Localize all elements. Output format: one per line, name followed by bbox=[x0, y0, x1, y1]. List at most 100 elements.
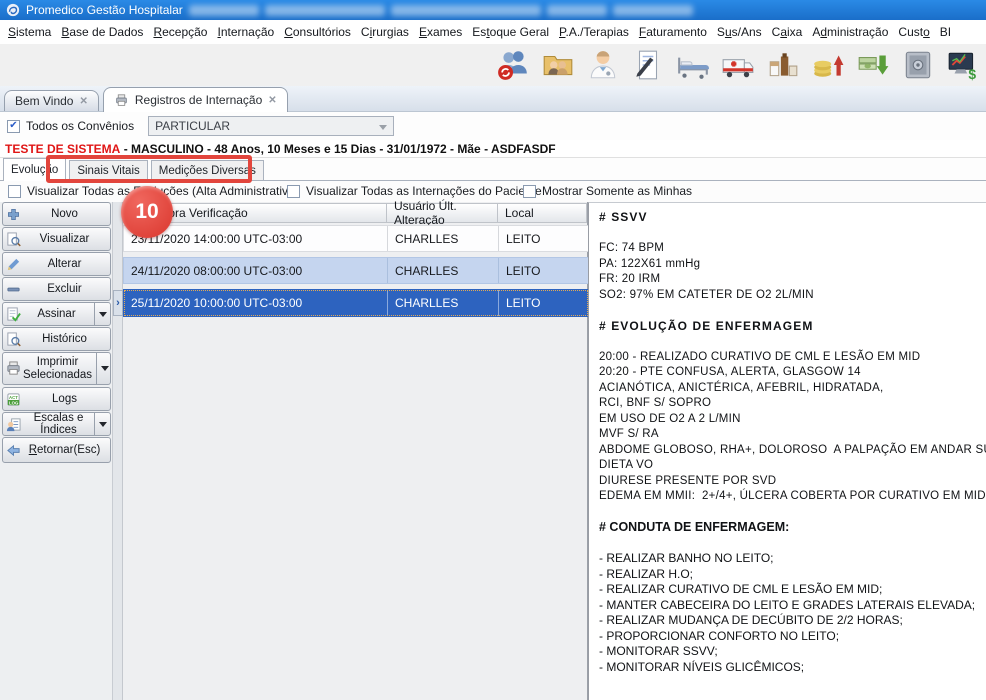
menu-item-pa-terapias[interactable]: P.A./Terapias bbox=[554, 25, 634, 39]
evolution-text-line: SO2: 97% EM CATETER DE O2 2L/MIN bbox=[599, 288, 984, 304]
svg-text:LOG: LOG bbox=[9, 400, 19, 405]
menu-item-sistema[interactable]: Sistema bbox=[3, 25, 56, 39]
financial-chart-icon[interactable]: $ bbox=[945, 47, 981, 83]
evolution-text-line: # SSVV bbox=[599, 210, 984, 226]
novo-button[interactable]: Novo bbox=[2, 202, 111, 226]
chevron-down-icon bbox=[101, 366, 109, 371]
close-icon[interactable]: ✕ bbox=[79, 96, 87, 107]
safe-icon[interactable] bbox=[900, 47, 936, 83]
patient-details: - MASCULINO - 48 Anos, 10 Meses e 15 Dia… bbox=[120, 142, 555, 156]
view-option-somente-minhas[interactable]: Mostrar Somente as Minhas bbox=[523, 184, 692, 198]
menu-item-custo[interactable]: Custo bbox=[893, 25, 934, 39]
menu-bar: Sistema Base de Dados Recepção Internaçã… bbox=[0, 20, 986, 44]
column-header-usuario[interactable]: Usuário Últ. Alteração bbox=[387, 203, 498, 223]
new-icon bbox=[3, 207, 23, 222]
evolution-text-line: - PROPORCIONAR CONFORTO NO LEITO; bbox=[599, 629, 984, 645]
logs-button[interactable]: ACTLOG Logs bbox=[2, 387, 111, 411]
redacted-text bbox=[547, 5, 607, 16]
patient-info-bar: TESTE DE SISTEMA - MASCULINO - 48 Anos, … bbox=[0, 140, 986, 158]
todos-convenios-checkbox[interactable]: ✔ bbox=[7, 120, 20, 133]
alterar-button[interactable]: Alterar bbox=[2, 252, 111, 276]
menu-item-base-de-dados[interactable]: Base de Dados bbox=[56, 25, 148, 39]
menu-item-cirurgias[interactable]: Cirurgias bbox=[356, 25, 414, 39]
printer-icon bbox=[114, 94, 129, 107]
ambulance-icon[interactable] bbox=[720, 47, 756, 83]
tab-bem-vindo[interactable]: Bem Vindo ✕ bbox=[4, 90, 99, 111]
evolution-text-line: 20:00 - REALIZADO CURATIVO DE CML E LESÃ… bbox=[599, 350, 984, 366]
chevron-down-icon bbox=[99, 312, 107, 317]
redacted-text bbox=[189, 5, 259, 16]
evolution-text-line: - REALIZAR MUDANÇA DE DECÚBITO DE 2/2 HO… bbox=[599, 613, 984, 629]
redacted-text bbox=[391, 5, 541, 16]
tab-label: Registros de Internação bbox=[135, 93, 262, 107]
menu-item-faturamento[interactable]: Faturamento bbox=[634, 25, 712, 39]
excluir-button[interactable]: Excluir bbox=[2, 277, 111, 301]
table-row[interactable]: 24/11/2020 08:00:00 UTC-03:00 CHARLLES L… bbox=[123, 257, 589, 284]
menu-item-recepcao[interactable]: Recepção bbox=[148, 25, 212, 39]
evolution-text-line: FC: 74 BPM bbox=[599, 241, 984, 257]
escalas-dropdown[interactable] bbox=[94, 413, 110, 435]
escalas-indices-button[interactable]: Escalas e Índices bbox=[2, 412, 111, 436]
convenio-select[interactable]: PARTICULAR bbox=[148, 116, 394, 136]
hospital-bed-icon[interactable] bbox=[675, 47, 711, 83]
checkbox-unchecked[interactable] bbox=[523, 185, 536, 198]
evolution-text-line bbox=[599, 226, 984, 242]
tab-evolucao[interactable]: Evolução bbox=[3, 158, 66, 181]
tab-registros-de-internacao[interactable]: Registros de Internação ✕ bbox=[103, 87, 288, 112]
print-icon bbox=[3, 361, 23, 376]
checkbox-unchecked[interactable] bbox=[8, 185, 21, 198]
evolution-text-line bbox=[599, 536, 984, 552]
menu-item-caixa[interactable]: Caixa bbox=[767, 25, 808, 39]
title-bar: Promedico Gestão Hospitalar bbox=[0, 0, 986, 20]
doctor-icon[interactable] bbox=[585, 47, 621, 83]
menu-item-consultorios[interactable]: Consultórios bbox=[279, 25, 356, 39]
visualizar-button[interactable]: Visualizar bbox=[2, 227, 111, 251]
pharmacy-icon[interactable] bbox=[765, 47, 801, 83]
patients-folder-icon[interactable] bbox=[540, 47, 576, 83]
splitter-expand-handle[interactable]: › bbox=[113, 290, 123, 316]
assinar-button[interactable]: Assinar bbox=[2, 302, 111, 326]
evolution-text-line: # CONDUTA DE ENFERMAGEM: bbox=[599, 520, 984, 536]
convenios-filter-row: ✔ Todos os Convênios PARTICULAR bbox=[0, 112, 986, 140]
table-row[interactable]: 23/11/2020 14:00:00 UTC-03:00 CHARLLES L… bbox=[123, 225, 589, 252]
table-row-selected[interactable]: 25/11/2020 10:00:00 UTC-03:00 CHARLLES L… bbox=[123, 289, 589, 317]
toolbar: $ bbox=[0, 44, 986, 86]
expenses-down-icon[interactable] bbox=[855, 47, 891, 83]
menu-item-exames[interactable]: Exames bbox=[414, 25, 467, 39]
redacted-text bbox=[265, 5, 385, 16]
historico-button[interactable]: Histórico bbox=[2, 327, 111, 351]
record-sub-tabs: Evolução Sinais Vitais Medições Diversas bbox=[0, 158, 986, 181]
imprimir-selecionadas-button[interactable]: Imprimir Selecionadas bbox=[2, 352, 111, 385]
evolution-text-line: ABDOME GLOBOSO, RHA+, DOLOROSO A PALPAÇÃ… bbox=[599, 443, 984, 459]
tab-sinais-vitais[interactable]: Sinais Vitais bbox=[69, 160, 147, 180]
column-header-local[interactable]: Local bbox=[498, 203, 587, 223]
evolution-text-line: - MONITORAR NÍVEIS GLICÊMICOS; bbox=[599, 660, 984, 676]
revenue-up-icon[interactable] bbox=[810, 47, 846, 83]
checkbox-unchecked[interactable] bbox=[287, 185, 300, 198]
menu-item-internacao[interactable]: Internação bbox=[212, 25, 279, 39]
evolution-text-line: - REALIZAR H.O; bbox=[599, 567, 984, 583]
evolution-text-line: MVF S/ RA bbox=[599, 427, 984, 443]
view-option-todas-internacoes[interactable]: Visualizar Todas as Internações do Pacie… bbox=[287, 184, 542, 198]
todos-convenios-label: Todos os Convênios bbox=[26, 119, 134, 133]
view-icon bbox=[3, 232, 23, 247]
close-icon[interactable]: ✕ bbox=[268, 95, 276, 106]
menu-item-bi[interactable]: BI bbox=[935, 25, 956, 39]
chevron-down-icon bbox=[379, 125, 387, 130]
evolution-text-line: RCI, BNF S/ SOPRO bbox=[599, 396, 984, 412]
panel-splitter[interactable] bbox=[113, 202, 123, 700]
evolution-text-line: # EVOLUÇÃO DE ENFERMAGEM bbox=[599, 319, 984, 335]
menu-item-sus-ans[interactable]: Sus/Ans bbox=[712, 25, 767, 39]
imprimir-dropdown[interactable] bbox=[96, 353, 112, 384]
menu-item-administracao[interactable]: Administração bbox=[807, 25, 893, 39]
retornar-button[interactable]: Retornar(Esc) bbox=[2, 437, 111, 463]
tab-medicoes-diversas[interactable]: Medições Diversas bbox=[151, 160, 264, 180]
chevron-right-icon: › bbox=[116, 297, 120, 309]
evolution-text-line: EM USO DE O2 A 2 L/MIN bbox=[599, 412, 984, 428]
check-icon: ✔ bbox=[9, 121, 17, 131]
medical-record-icon[interactable] bbox=[630, 47, 666, 83]
users-sync-icon[interactable] bbox=[495, 47, 531, 83]
evolution-text-panel[interactable]: # SSVV FC: 74 BPM PA: 122X61 mmHg FR: 20… bbox=[588, 202, 986, 700]
menu-item-estoque-geral[interactable]: Estoque Geral bbox=[467, 25, 554, 39]
assinar-dropdown[interactable] bbox=[94, 303, 110, 325]
